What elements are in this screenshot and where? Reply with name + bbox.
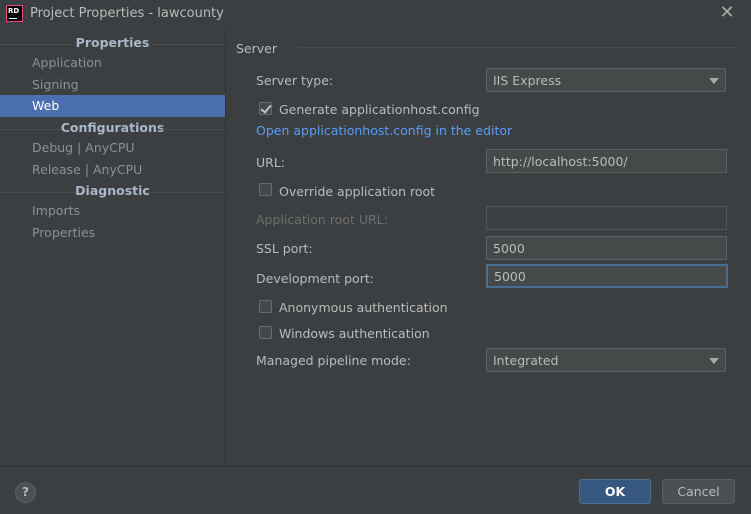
help-icon[interactable]: ?: [15, 482, 36, 503]
windows-auth-label[interactable]: Windows authentication: [279, 326, 430, 341]
server-type-dropdown[interactable]: IIS Express: [486, 68, 726, 92]
ssl-port-input[interactable]: [487, 237, 726, 259]
sidebar-header-configurations: Configurations: [0, 120, 225, 135]
app-root-url-field: [486, 206, 727, 230]
pipeline-mode-value: Integrated: [493, 353, 559, 368]
dev-port-input[interactable]: [488, 266, 726, 286]
title-bar: RD Project Properties - lawcounty ✕: [0, 0, 751, 28]
ssl-port-field[interactable]: [486, 236, 727, 260]
sidebar-item-properties[interactable]: Properties: [0, 222, 225, 244]
server-type-label: Server type:: [256, 73, 334, 88]
pipeline-mode-label: Managed pipeline mode:: [256, 353, 411, 368]
cancel-button[interactable]: Cancel: [662, 479, 735, 504]
section-title-server: Server: [236, 41, 277, 56]
url-label: URL:: [256, 155, 286, 170]
close-icon[interactable]: ✕: [717, 3, 737, 23]
anonymous-auth-checkbox[interactable]: [259, 300, 272, 313]
app-root-url-input: [487, 207, 726, 229]
ok-button[interactable]: OK: [579, 479, 651, 504]
chevron-down-icon: [709, 358, 719, 364]
generate-config-label[interactable]: Generate applicationhost.config: [279, 102, 480, 117]
app-root-url-label: Application root URL:: [256, 212, 388, 227]
sidebar-header-diagnostic: Diagnostic: [0, 183, 225, 198]
window-title: Project Properties - lawcounty: [30, 6, 224, 21]
sidebar-item-debug-anycpu[interactable]: Debug | AnyCPU: [0, 137, 225, 159]
ssl-port-label: SSL port:: [256, 241, 313, 256]
url-field[interactable]: [486, 149, 727, 173]
windows-auth-checkbox[interactable]: [259, 326, 272, 339]
section-divider: [298, 47, 738, 48]
sidebar-item-release-anycpu[interactable]: Release | AnyCPU: [0, 159, 225, 181]
pipeline-mode-dropdown[interactable]: Integrated: [486, 348, 726, 372]
anonymous-auth-label[interactable]: Anonymous authentication: [279, 300, 448, 315]
server-type-value: IIS Express: [493, 73, 562, 88]
open-config-link[interactable]: Open applicationhost.config in the edito…: [256, 123, 512, 138]
sidebar-item-imports[interactable]: Imports: [0, 200, 225, 222]
sidebar-item-signing[interactable]: Signing: [0, 74, 225, 96]
rider-app-icon: RD: [6, 5, 23, 22]
dev-port-field[interactable]: [486, 264, 728, 288]
url-input[interactable]: [487, 150, 726, 172]
sidebar: Properties Application Signing Web Confi…: [0, 28, 226, 466]
sidebar-item-application[interactable]: Application: [0, 52, 225, 74]
chevron-down-icon: [709, 78, 719, 84]
override-root-label[interactable]: Override application root: [279, 184, 435, 199]
dev-port-label: Development port:: [256, 271, 374, 286]
generate-config-checkbox[interactable]: [259, 102, 272, 115]
sidebar-item-web[interactable]: Web: [0, 95, 225, 117]
sidebar-header-properties: Properties: [0, 35, 225, 50]
web-settings-panel: Server Server type: IIS Express Generate…: [226, 28, 751, 466]
override-root-checkbox[interactable]: [259, 183, 272, 196]
dialog-footer: ? OK Cancel: [0, 466, 751, 514]
